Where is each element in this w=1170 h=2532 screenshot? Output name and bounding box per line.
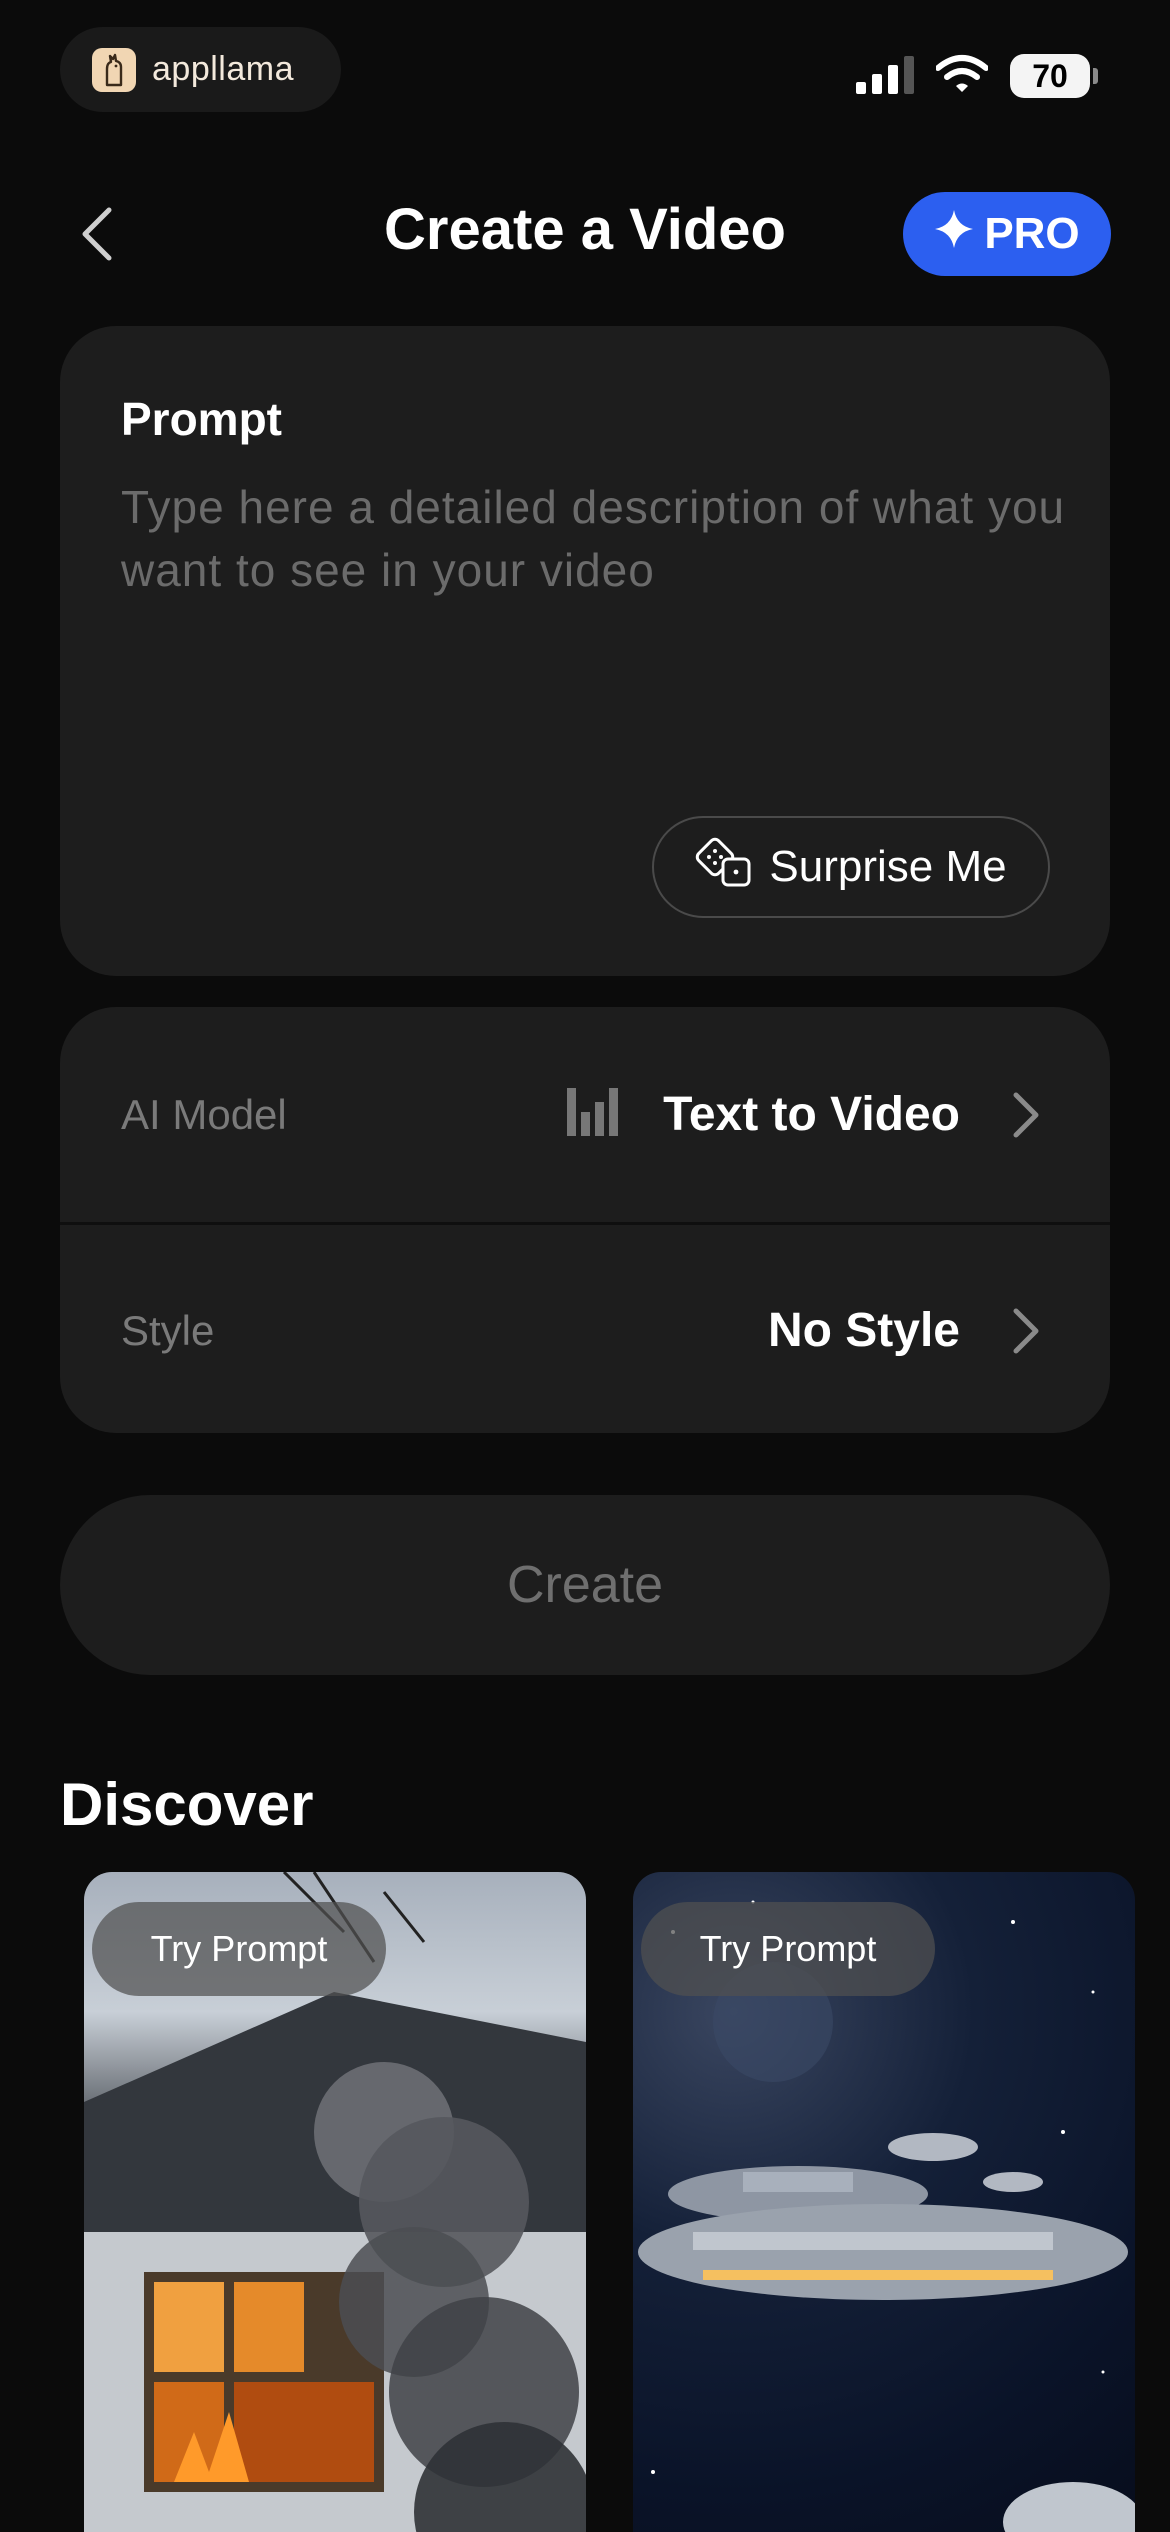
llama-logo-icon <box>92 47 136 92</box>
discover-card-spaceships[interactable]: Try Prompt <box>633 1872 1135 2532</box>
create-video-screen: appllama 70 Create a Video PRO Prompt Ty… <box>0 0 1170 2532</box>
status-bar: appllama 70 <box>0 0 1170 140</box>
surprise-me-button[interactable]: Surprise Me <box>652 816 1050 918</box>
brand-pill[interactable]: appllama <box>60 27 341 112</box>
try-prompt-badge[interactable]: Try Prompt <box>92 1902 386 1996</box>
create-button[interactable]: Create <box>60 1495 1110 1675</box>
discover-title: Discover <box>60 1771 314 1838</box>
battery-level: 70 <box>1032 57 1068 94</box>
prompt-input[interactable] <box>121 476 1081 736</box>
signal-icon <box>856 54 914 99</box>
brand-name: appllama <box>152 50 294 88</box>
ai-model-value: Text to Video <box>663 1088 960 1141</box>
style-row[interactable]: Style No Style <box>60 1228 1110 1433</box>
wifi-icon <box>935 54 989 99</box>
status-icons: 70 <box>856 54 1098 99</box>
try-prompt-badge[interactable]: Try Prompt <box>641 1902 935 1996</box>
discover-card-burning-house[interactable]: Try Prompt <box>84 1872 586 2532</box>
prompt-label: Prompt <box>121 393 282 445</box>
chevron-right-icon <box>1008 1087 1044 1143</box>
style-label: Style <box>121 1306 215 1354</box>
ai-model-row[interactable]: AI Model Text to Video <box>60 1007 1110 1225</box>
style-value: No Style <box>767 1304 960 1357</box>
ai-model-label: AI Model <box>121 1090 287 1138</box>
dice-icon <box>695 837 755 898</box>
prompt-card: Prompt Surprise Me <box>60 326 1110 976</box>
pro-button[interactable]: PRO <box>903 192 1111 276</box>
sparkle-icon <box>934 209 974 260</box>
surprise-me-label: Surprise Me <box>769 842 1007 891</box>
pro-label: PRO <box>984 209 1080 258</box>
battery-icon: 70 <box>1010 54 1098 98</box>
settings-card: AI Model Text to Video Style No Style <box>60 1007 1110 1433</box>
chevron-right-icon <box>1008 1303 1044 1359</box>
model-bars-icon <box>565 1084 629 1145</box>
